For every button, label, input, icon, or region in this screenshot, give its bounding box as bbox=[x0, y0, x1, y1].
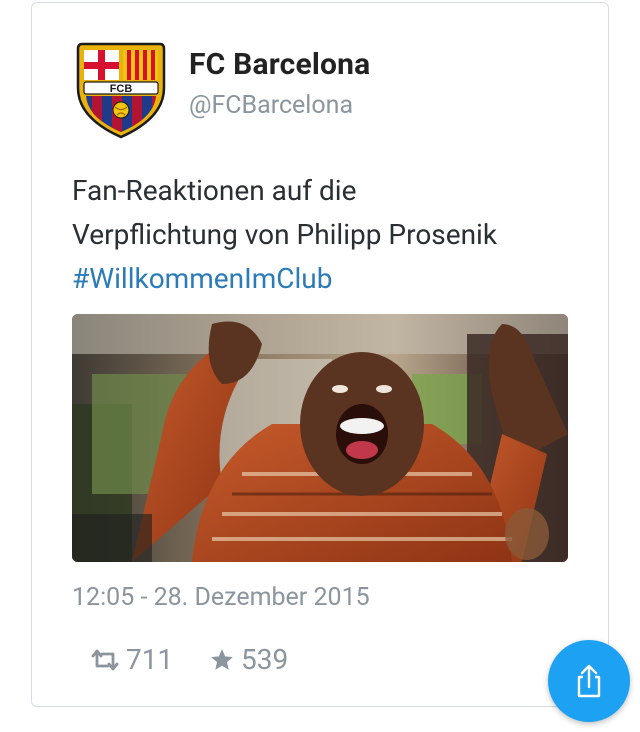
retweet-count-value: 711 bbox=[126, 643, 174, 676]
tweet-timestamp[interactable]: 12:05 - 28. Dezember 2015 bbox=[72, 583, 370, 612]
like-count-value: 539 bbox=[241, 643, 289, 676]
tweet-text-line-2: Verpflichtung von Philipp Prosenik bbox=[72, 218, 498, 251]
tweet-media-gif[interactable] bbox=[72, 314, 568, 562]
tweet-text: Fan-Reaktionen auf die Verpflichtung von… bbox=[72, 169, 592, 301]
like-count[interactable]: 539 bbox=[209, 643, 288, 676]
retweet-icon bbox=[91, 649, 119, 670]
author-name[interactable]: FC Barcelona bbox=[189, 47, 370, 82]
star-icon bbox=[211, 648, 233, 670]
fc-barcelona-crest-avatar[interactable]: FCB bbox=[72, 40, 170, 140]
crest-letters: FCB bbox=[110, 83, 133, 95]
author-handle[interactable]: @FCBarcelona bbox=[189, 91, 353, 120]
tweet-text-line-1: Fan-Reaktionen auf die bbox=[72, 174, 357, 207]
share-icon bbox=[577, 664, 601, 698]
share-button[interactable] bbox=[548, 640, 630, 722]
retweet-count[interactable]: 711 bbox=[90, 643, 173, 676]
tweet-card: FCB FC Barcelona @FCBarcelona Fan-Reakti… bbox=[31, 2, 609, 707]
hashtag-link[interactable]: #WillkommenImClub bbox=[72, 257, 592, 301]
fan-reaction-image bbox=[72, 314, 568, 562]
